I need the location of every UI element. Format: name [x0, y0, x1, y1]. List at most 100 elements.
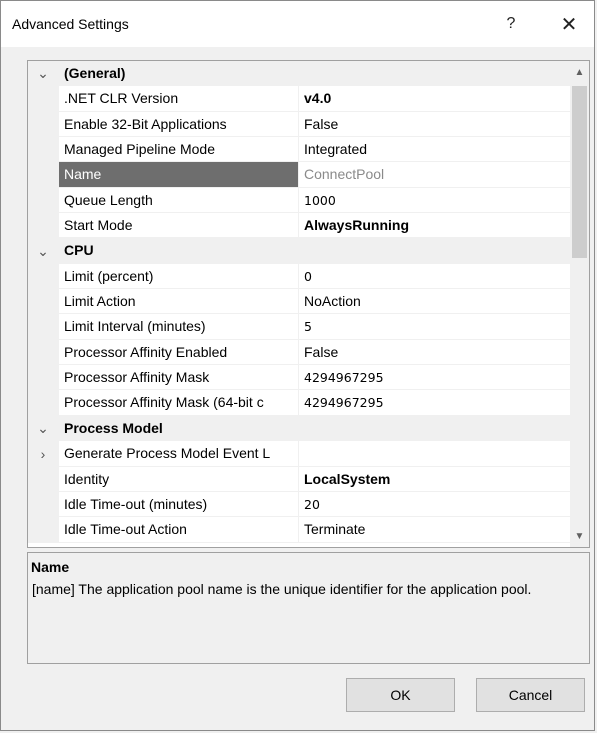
property-grid-rows: ⌄ (General) .NET CLR Version v4.0 Enable 32-… [28, 61, 571, 543]
ok-button[interactable]: OK [346, 678, 455, 712]
row-gutter [28, 213, 59, 239]
row-gutter [28, 466, 59, 492]
property-value[interactable]: ConnectPool [304, 166, 384, 182]
property-value[interactable]: LocalSystem [304, 471, 390, 487]
row-gutter: ⌄ [28, 415, 59, 442]
property-value-cell[interactable]: Integrated [298, 137, 571, 163]
property-row[interactable]: Managed Pipeline Mode Integrated [28, 137, 571, 163]
scroll-thumb[interactable] [572, 86, 587, 258]
property-value[interactable]: 1000 [304, 193, 336, 208]
property-value-cell[interactable]: v4.0 [298, 86, 571, 112]
property-value[interactable]: 4294967295 [304, 395, 384, 410]
property-row[interactable]: Idle Time-out (minutes) 20 [28, 491, 571, 518]
advanced-settings-dialog: Advanced Settings ? ✕ ⌄ (General) .NET CLR… [0, 0, 595, 731]
description-title: Name [31, 559, 70, 575]
property-value[interactable]: v4.0 [304, 90, 331, 106]
dialog-title: Advanced Settings [12, 16, 129, 32]
help-icon[interactable]: ? [491, 7, 531, 41]
property-value[interactable]: 20 [304, 497, 320, 512]
property-name: Idle Time-out Action [59, 517, 298, 543]
property-value[interactable]: 0 [304, 269, 312, 284]
property-value-cell[interactable]: 0 [298, 263, 571, 290]
property-value[interactable]: NoAction [304, 293, 361, 309]
collapse-chevron-icon[interactable]: ⌄ [35, 416, 51, 441]
property-row[interactable]: Queue Length 1000 [28, 187, 571, 214]
description-panel: Name [name] The application pool name is… [27, 552, 590, 664]
property-value-cell[interactable]: NoAction [298, 289, 571, 315]
property-value[interactable]: Integrated [304, 141, 367, 157]
property-row[interactable]: Identity LocalSystem [28, 466, 571, 492]
property-value-cell[interactable]: LocalSystem [298, 466, 571, 492]
category-label: (General) [59, 61, 571, 87]
property-row[interactable]: Processor Affinity Mask (64-bit c 4294967… [28, 390, 571, 416]
property-value-cell[interactable]: Terminate [298, 517, 571, 543]
property-value[interactable]: 4294967295 [304, 370, 384, 385]
property-name: Queue Length [59, 188, 298, 214]
property-value-cell[interactable] [298, 441, 571, 467]
property-row[interactable]: Limit Action NoAction [28, 289, 571, 315]
property-row[interactable]: Enable 32-Bit Applications False [28, 111, 571, 138]
property-row[interactable]: Idle Time-out Action Terminate [28, 517, 571, 543]
scroll-down-icon[interactable]: ▼ [570, 527, 589, 545]
property-row[interactable]: Limit Interval (minutes) 5 [28, 314, 571, 340]
property-value[interactable]: False [304, 344, 338, 360]
row-gutter: ⌄ [28, 238, 59, 264]
row-gutter [28, 86, 59, 112]
property-name: .NET CLR Version [59, 86, 298, 112]
cancel-button[interactable]: Cancel [476, 678, 585, 712]
close-icon[interactable]: ✕ [549, 7, 589, 41]
property-value[interactable]: AlwaysRunning [304, 217, 409, 233]
row-gutter [28, 517, 59, 543]
property-row[interactable]: Start Mode AlwaysRunning [28, 213, 571, 239]
row-gutter [28, 365, 59, 391]
row-gutter [28, 187, 59, 214]
property-value-cell[interactable]: False [298, 339, 571, 366]
property-value-cell[interactable]: AlwaysRunning [298, 213, 571, 239]
property-name: Start Mode [59, 213, 298, 239]
category-label: CPU [59, 238, 571, 264]
property-value-cell[interactable]: 20 [298, 491, 571, 518]
expand-chevron-icon[interactable]: › [35, 441, 51, 466]
description-text: [name] The application pool name is the … [32, 581, 532, 597]
property-value-cell[interactable]: 5 [298, 314, 571, 340]
row-gutter: ⌄ [28, 61, 59, 87]
property-name: Processor Affinity Mask [59, 365, 298, 391]
row-gutter [28, 339, 59, 366]
property-name: Generate Process Model Event L [59, 441, 298, 467]
property-name: Managed Pipeline Mode [59, 137, 298, 163]
property-value-cell[interactable]: False [298, 111, 571, 138]
property-value[interactable]: 5 [304, 319, 312, 334]
property-name: Name [59, 162, 298, 188]
row-gutter: › [28, 441, 59, 467]
property-row[interactable]: Processor Affinity Mask 4294967295 [28, 365, 571, 391]
row-gutter [28, 289, 59, 315]
property-row[interactable]: › Generate Process Model Event L [28, 441, 571, 467]
property-grid: ⌄ (General) .NET CLR Version v4.0 Enable 32-… [27, 60, 590, 548]
property-value-cell[interactable]: 1000 [298, 187, 571, 214]
property-value[interactable]: False [304, 116, 338, 132]
property-row[interactable]: Limit (percent) 0 [28, 263, 571, 290]
vertical-scrollbar[interactable]: ▲ ▼ [570, 61, 589, 547]
row-gutter [28, 162, 59, 188]
row-gutter [28, 111, 59, 138]
property-value[interactable]: Terminate [304, 521, 365, 537]
property-name: Identity [59, 467, 298, 492]
category-row[interactable]: ⌄ CPU [28, 238, 571, 264]
collapse-chevron-icon[interactable]: ⌄ [35, 238, 51, 263]
row-gutter [28, 263, 59, 290]
property-row[interactable]: Processor Affinity Enabled False [28, 339, 571, 366]
property-name: Enable 32-Bit Applications [59, 112, 298, 138]
row-gutter [28, 314, 59, 340]
title-bar: Advanced Settings ? ✕ [1, 1, 594, 47]
property-value-cell[interactable]: ConnectPool [298, 162, 571, 188]
row-gutter [28, 390, 59, 416]
property-row[interactable]: Name ConnectPool [28, 162, 571, 188]
category-row[interactable]: ⌄ (General) [28, 61, 571, 87]
category-row[interactable]: ⌄ Process Model [28, 415, 571, 442]
collapse-chevron-icon[interactable]: ⌄ [35, 61, 51, 86]
property-name: Limit Action [59, 289, 298, 315]
scroll-up-icon[interactable]: ▲ [570, 63, 589, 81]
property-row[interactable]: .NET CLR Version v4.0 [28, 86, 571, 112]
property-value-cell[interactable]: 4294967295 [298, 390, 571, 416]
property-value-cell[interactable]: 4294967295 [298, 365, 571, 391]
